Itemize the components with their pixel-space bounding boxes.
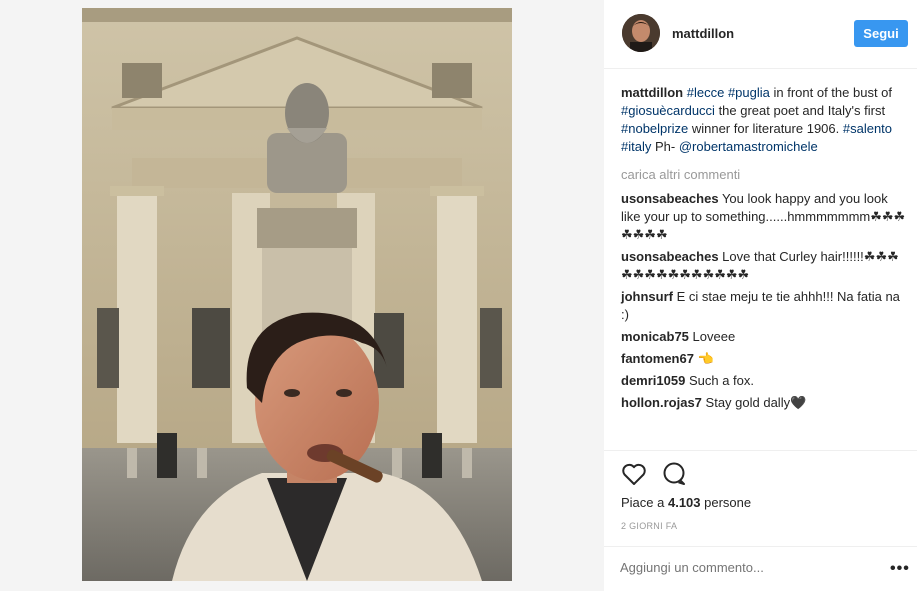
likes-number: 4.103 [667, 495, 701, 510]
photo-image [82, 8, 512, 581]
more-options-icon[interactable]: ••• [890, 560, 910, 578]
post-photo[interactable] [82, 8, 512, 581]
speech-bubble-icon[interactable] [660, 460, 688, 488]
comment-item: hollon.rojas7 Stay gold dally🖤 [621, 394, 906, 412]
heart-outline-icon[interactable] [620, 460, 648, 488]
likes-prefix: Piace a [621, 495, 668, 510]
caption-fragment: winner for literature 1906. [688, 121, 843, 136]
comment-item: demri1059 Such a fox. [621, 372, 906, 390]
comment-username[interactable]: fantomen67 [621, 351, 694, 366]
comment-item: fantomen67 👈 [621, 350, 906, 368]
hashtag-link[interactable]: #salento [843, 121, 892, 136]
avatar-image [622, 14, 660, 52]
hashtag-link[interactable]: #giosuècarducci [621, 103, 715, 118]
post-actions [620, 460, 740, 490]
caption-fragment: Ph- [651, 139, 679, 154]
post-viewer: mattdillon Segui mattdillon #lecce #pugl… [0, 0, 917, 591]
header-username[interactable]: mattdillon [672, 26, 734, 41]
add-comment-input[interactable] [620, 560, 870, 575]
actions-divider [604, 450, 917, 451]
post-caption: mattdillon #lecce #puglia in front of th… [621, 84, 906, 156]
caption-username[interactable]: mattdillon [621, 85, 683, 100]
comment-username[interactable]: johnsurf [621, 289, 673, 304]
likes-suffix: persone [700, 495, 752, 510]
hashtag-link[interactable]: #puglia [728, 85, 770, 100]
comment-text: 👈 [697, 351, 714, 366]
post-header: mattdillon Segui [604, 0, 917, 68]
post-timestamp[interactable]: 2 GIORNI FA [621, 521, 677, 531]
comment-username[interactable]: usonsabeaches [621, 249, 719, 264]
comment-username[interactable]: usonsabeaches [621, 191, 719, 206]
comment-text: Such a fox. [688, 373, 754, 388]
caption-fragment: in front of the bust of [769, 85, 893, 100]
likes-count[interactable]: Piace a 4.103 persone [621, 495, 751, 510]
comment-item: johnsurf E ci stae meju te tie ahhh!!! N… [621, 288, 906, 324]
hashtag-link[interactable]: #nobelprize [621, 121, 688, 136]
load-more-comments-link[interactable]: carica altri commenti [621, 166, 906, 184]
header-divider [604, 68, 917, 69]
comment-item: usonsabeaches Love that Curley hair!!!!!… [621, 248, 906, 284]
hashtag-link[interactable]: @robertamastromichele [679, 139, 818, 154]
hashtag-link[interactable]: #lecce [687, 85, 725, 100]
avatar[interactable] [622, 14, 660, 52]
caption-fragment: the great poet and Italy's first [714, 103, 886, 118]
comment-item: usonsabeaches You look happy and you loo… [621, 190, 906, 244]
comment-text: Loveee [692, 329, 736, 344]
comment-item: monicab75 Loveee [621, 328, 906, 346]
comments-list: mattdillon #lecce #puglia in front of th… [621, 84, 906, 416]
hashtag-link[interactable]: #italy [621, 139, 651, 154]
comment-username[interactable]: hollon.rojas7 [621, 395, 702, 410]
post-details-panel: mattdillon Segui mattdillon #lecce #pugl… [604, 0, 917, 591]
comment-username[interactable]: demri1059 [621, 373, 685, 388]
follow-button[interactable]: Segui [854, 20, 908, 47]
comment-text: Stay gold dally🖤 [705, 395, 807, 410]
comment-thread: usonsabeaches You look happy and you loo… [621, 190, 906, 412]
comment-username[interactable]: monicab75 [621, 329, 689, 344]
comment-input-divider [604, 546, 917, 547]
